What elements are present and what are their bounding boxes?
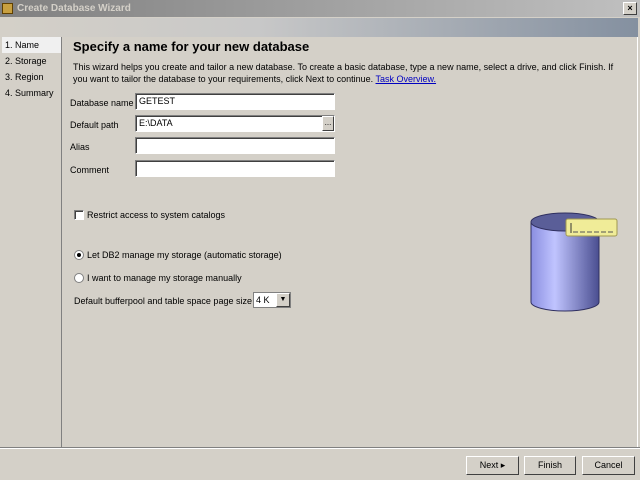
comment-input[interactable] <box>135 160 335 177</box>
sidebar-item-summary[interactable]: 4. Summary <box>2 85 61 101</box>
title-bar: Create Database Wizard × <box>0 0 640 17</box>
manual-storage-label[interactable]: I want to manage my storage manually <box>87 273 242 283</box>
alias-label: Alias <box>70 142 90 152</box>
main-panel: Specify a name for your new database Thi… <box>63 37 638 447</box>
restrict-label[interactable]: Restrict access to system catalogs <box>87 210 225 220</box>
auto-storage-label[interactable]: Let DB2 manage my storage (automatic sto… <box>87 250 282 260</box>
comment-label: Comment <box>70 165 110 175</box>
sidebar: 1. Name 2. Storage 3. Region 4. Summary <box>2 37 62 447</box>
close-button[interactable]: × <box>623 2 637 15</box>
task-overview-link[interactable]: Task Overview. <box>376 74 437 84</box>
default-path-label: Default path <box>70 120 119 130</box>
browse-button[interactable]: ... <box>322 116 334 131</box>
auto-storage-radio[interactable] <box>74 250 84 260</box>
cancel-button[interactable]: Cancel <box>582 456 635 475</box>
database-name-label: Database name <box>70 98 134 108</box>
database-name-input[interactable]: GETEST <box>135 93 335 110</box>
sidebar-item-region[interactable]: 3. Region <box>2 69 61 85</box>
manual-storage-radio[interactable] <box>74 273 84 283</box>
sidebar-item-name[interactable]: 1. Name <box>2 37 61 53</box>
restrict-checkbox[interactable] <box>74 210 84 220</box>
default-path-input[interactable]: E:\DATA... <box>135 115 335 132</box>
sidebar-item-storage[interactable]: 2. Storage <box>2 53 61 69</box>
database-cylinder-icon <box>530 212 618 312</box>
pagesize-label: Default bufferpool and table space page … <box>74 296 252 306</box>
tooltip-icon <box>565 218 618 237</box>
banner <box>2 18 638 37</box>
next-button[interactable]: Next ▸ <box>466 456 519 475</box>
finish-button[interactable]: Finish <box>524 456 576 475</box>
pagesize-select[interactable]: 4 K ▼ <box>253 292 291 308</box>
window-title: Create Database Wizard <box>17 3 131 14</box>
chevron-down-icon[interactable]: ▼ <box>276 293 290 307</box>
page-title: Specify a name for your new database <box>73 39 310 54</box>
description: This wizard helps you create and tailor … <box>73 62 614 84</box>
alias-input[interactable] <box>135 137 335 154</box>
app-icon <box>2 3 13 14</box>
footer-divider <box>0 447 640 448</box>
